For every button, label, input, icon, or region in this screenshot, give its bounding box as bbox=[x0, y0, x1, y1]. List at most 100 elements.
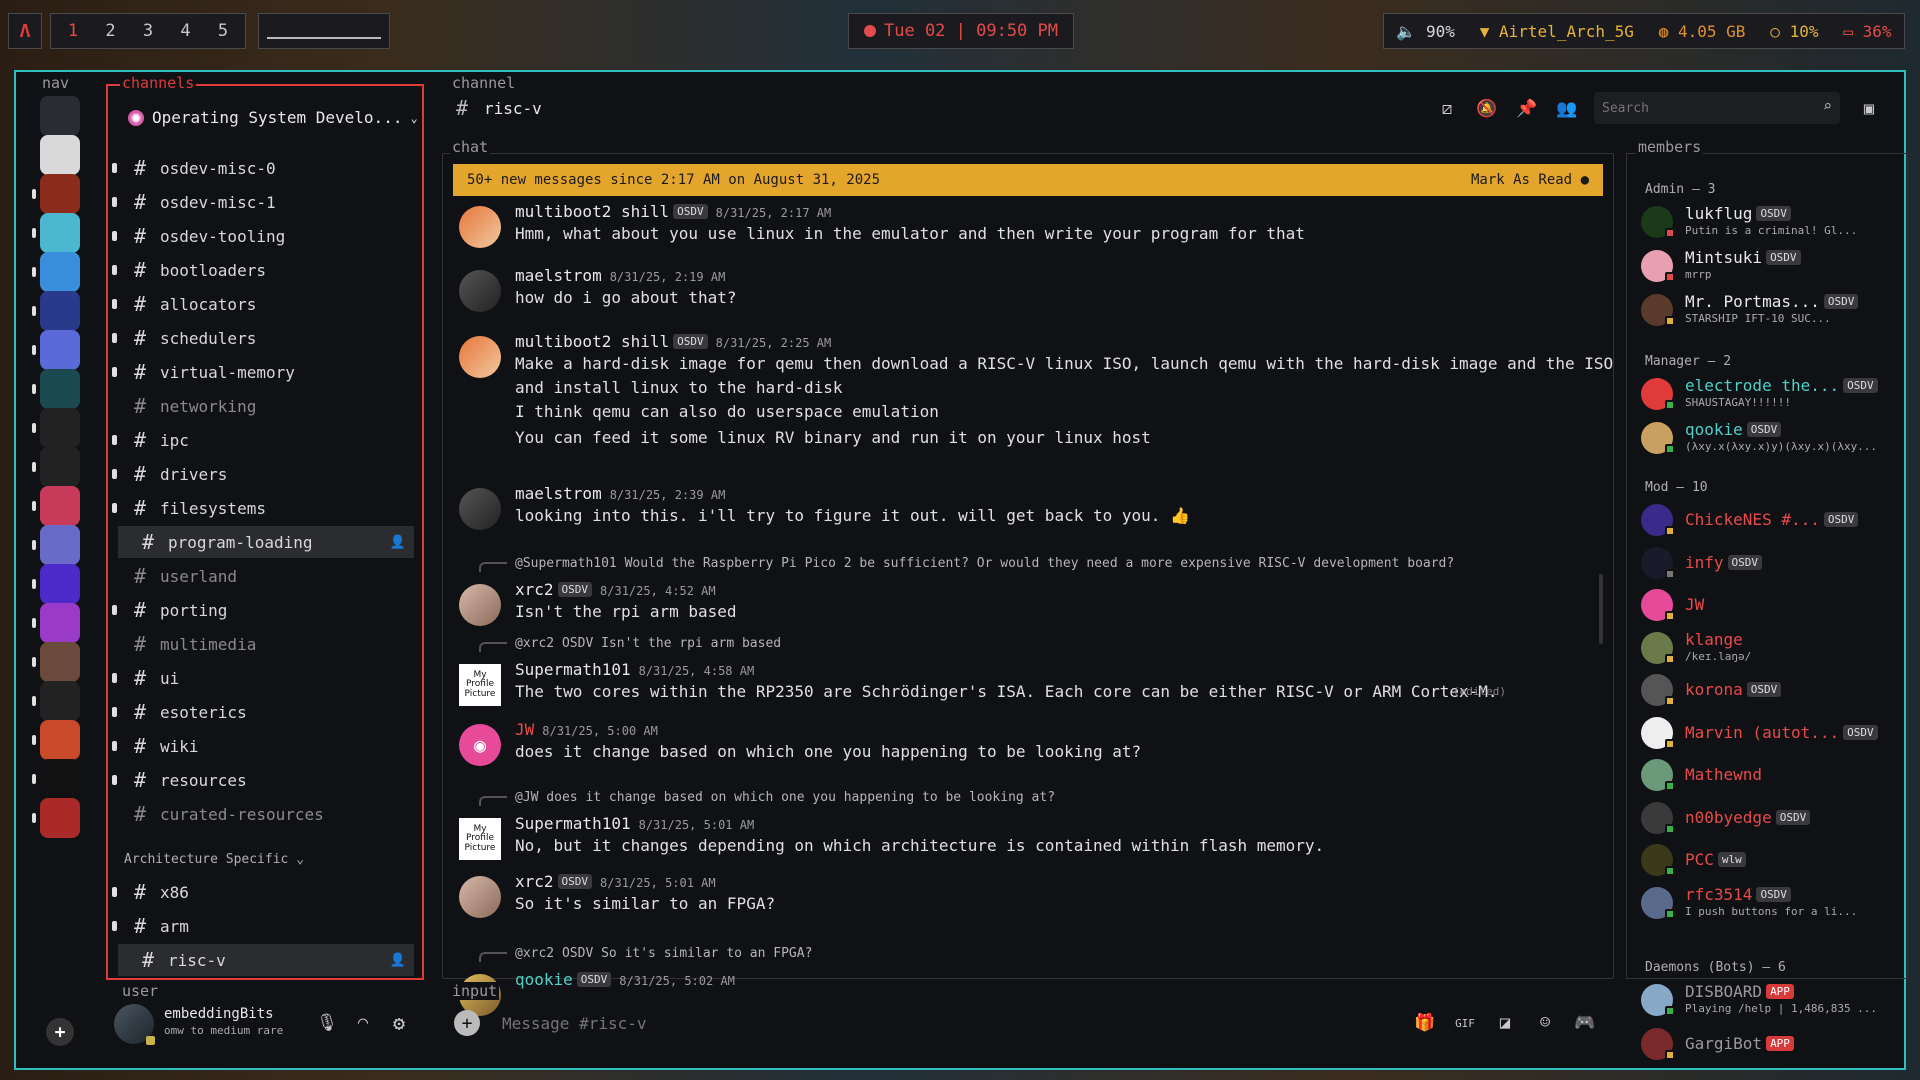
server-icon-8[interactable] bbox=[40, 408, 80, 448]
message-author[interactable]: qookie bbox=[515, 970, 573, 989]
message-input[interactable] bbox=[502, 1010, 1362, 1036]
message-author[interactable]: maelstrom bbox=[515, 266, 602, 285]
server-icon-4[interactable] bbox=[40, 252, 80, 292]
server-tag[interactable]: OSDV bbox=[673, 204, 708, 219]
message-avatar[interactable] bbox=[459, 488, 501, 530]
member-mintsuki[interactable]: Mintsuki OSDV mrrp bbox=[1641, 246, 1901, 286]
member-korona[interactable]: korona OSDV bbox=[1641, 670, 1901, 710]
member-lukflug[interactable]: lukflug OSDV Putin is a criminal! Gl... bbox=[1641, 202, 1901, 242]
server-icon-11[interactable] bbox=[40, 525, 80, 565]
message-avatar[interactable] bbox=[459, 206, 501, 248]
server-icon-0[interactable] bbox=[40, 96, 80, 136]
server-header[interactable]: Operating System Develo... ⌄ bbox=[128, 108, 418, 127]
channel-virtual-memory[interactable]: # virtual-memory bbox=[112, 356, 414, 388]
server-icon-12[interactable] bbox=[40, 564, 80, 604]
channel-filesystems[interactable]: # filesystems bbox=[112, 492, 414, 524]
chat-scrollbar[interactable] bbox=[1599, 574, 1603, 644]
channel-wiki[interactable]: # wiki bbox=[112, 730, 414, 762]
channel-multimedia[interactable]: # multimedia bbox=[118, 628, 414, 660]
message-author[interactable]: Supermath101 bbox=[515, 660, 631, 679]
member-rfc3514[interactable]: rfc3514 OSDV I push buttons for a li... bbox=[1641, 883, 1901, 923]
reply-preview[interactable]: @xrc2 OSDV Isn't the rpi arm based bbox=[515, 636, 781, 651]
member-jw[interactable]: JW bbox=[1641, 585, 1901, 625]
workspace-1[interactable]: 1 bbox=[61, 21, 85, 41]
channel-networking[interactable]: # networking bbox=[118, 390, 414, 422]
workspace-4[interactable]: 4 bbox=[174, 21, 198, 41]
channel-allocators[interactable]: # allocators bbox=[112, 288, 414, 320]
server-icon-16[interactable] bbox=[40, 720, 80, 760]
member-klange[interactable]: klange/keɪ.laŋə/ bbox=[1641, 628, 1901, 668]
message-avatar[interactable]: My Profile Picture bbox=[459, 664, 501, 706]
message-avatar[interactable] bbox=[459, 336, 501, 378]
member-mr-portmas[interactable]: Mr. Portmas... OSDV STARSHIP IFT-10 SUC... bbox=[1641, 290, 1901, 330]
channel-osdev-misc-0[interactable]: # osdev-misc-0 bbox=[112, 152, 414, 184]
server-icon-18[interactable] bbox=[40, 798, 80, 838]
channel-esoterics[interactable]: # esoterics bbox=[112, 696, 414, 728]
headphones-icon[interactable]: ◠ bbox=[348, 1008, 378, 1038]
member-disboard[interactable]: DISBOARD APP Playing /help | 1,486,835 ... bbox=[1641, 980, 1901, 1020]
server-icon-13[interactable] bbox=[40, 603, 80, 643]
message-author[interactable]: xrc2 bbox=[515, 872, 554, 891]
reply-preview[interactable]: @Supermath101 Would the Raspberry Pi Pic… bbox=[515, 556, 1454, 571]
wifi-indicator[interactable]: ▼ Airtel_Arch_5G bbox=[1480, 22, 1634, 41]
category-architecture-specific[interactable]: Architecture Specific ⌄ bbox=[124, 852, 304, 867]
arch-logo-icon[interactable]: Λ bbox=[8, 13, 42, 49]
bell-muted-icon[interactable]: 🔕 bbox=[1472, 94, 1502, 124]
server-icon-5[interactable] bbox=[40, 291, 80, 331]
channel-risc-v[interactable]: # risc-v 👤 bbox=[118, 944, 414, 976]
channel-program-loading[interactable]: # program-loading 👤 bbox=[118, 526, 414, 558]
channel-arm[interactable]: # arm bbox=[112, 910, 414, 942]
channel-resources[interactable]: # resources bbox=[112, 764, 414, 796]
server-icon-9[interactable] bbox=[40, 447, 80, 487]
volume-indicator[interactable]: 🔈 90% bbox=[1396, 22, 1454, 41]
members-icon[interactable]: 👥 bbox=[1552, 94, 1582, 124]
reply-preview[interactable]: @xrc2 OSDV So it's similar to an FPGA? bbox=[515, 946, 812, 961]
discord-default-avatar[interactable]: ◉ bbox=[459, 724, 501, 766]
server-tag[interactable]: OSDV bbox=[576, 972, 612, 987]
search-input[interactable] bbox=[1602, 98, 1802, 118]
new-messages-banner[interactable]: 50+ new messages since 2:17 AM on August… bbox=[453, 164, 1603, 196]
microphone-icon[interactable]: 🎙 bbox=[312, 1008, 342, 1038]
member-qookie[interactable]: qookie OSDV (λxy.x(λxy.x)y)(λxy.x)(λxy... bbox=[1641, 418, 1901, 458]
member-marvin-autot[interactable]: Marvin (autot... OSDV bbox=[1641, 713, 1901, 753]
message-avatar[interactable] bbox=[459, 270, 501, 312]
member-n00byedge[interactable]: n00byedge OSDV bbox=[1641, 798, 1901, 838]
workspace-5[interactable]: 5 bbox=[211, 21, 235, 41]
threads-icon[interactable]: ⧄ bbox=[1432, 94, 1462, 124]
message-avatar[interactable]: My Profile Picture bbox=[459, 818, 501, 860]
member-gargibot[interactable]: GargiBot APP bbox=[1641, 1024, 1901, 1064]
server-icon-6[interactable] bbox=[40, 330, 80, 370]
server-tag[interactable]: OSDV bbox=[557, 874, 593, 889]
server-icon-10[interactable] bbox=[40, 486, 80, 526]
server-icon-1[interactable] bbox=[40, 135, 80, 175]
message-avatar[interactable] bbox=[459, 876, 501, 918]
server-icon-17[interactable] bbox=[40, 759, 80, 799]
channel-osdev-tooling[interactable]: # osdev-tooling bbox=[112, 220, 414, 252]
member-electrode-the[interactable]: electrode the... OSDV SHAUSTAGAY!!!!!! bbox=[1641, 374, 1901, 414]
channel-ipc[interactable]: # ipc bbox=[112, 424, 414, 456]
server-icon-15[interactable] bbox=[40, 681, 80, 721]
server-icon-3[interactable] bbox=[40, 213, 80, 253]
message-avatar[interactable] bbox=[459, 584, 501, 626]
sticker-icon[interactable]: ◪ bbox=[1490, 1008, 1520, 1038]
channel-x86[interactable]: # x86 bbox=[112, 876, 414, 908]
message-author[interactable]: xrc2 bbox=[515, 580, 554, 599]
channel-drivers[interactable]: # drivers bbox=[112, 458, 414, 490]
message-author[interactable]: multiboot2 shill bbox=[515, 202, 669, 221]
mark-as-read-button[interactable]: Mark As Read ● bbox=[1471, 172, 1589, 188]
emoji-icon[interactable]: ☺ bbox=[1530, 1008, 1560, 1038]
add-member-icon[interactable]: 👤 bbox=[390, 535, 406, 550]
workspace-3[interactable]: 3 bbox=[136, 21, 160, 41]
channel-bootloaders[interactable]: # bootloaders bbox=[112, 254, 414, 286]
server-icon-2[interactable] bbox=[40, 174, 80, 214]
server-tag[interactable]: OSDV bbox=[673, 334, 708, 349]
pin-icon[interactable]: 📌 bbox=[1512, 94, 1542, 124]
message-author[interactable]: maelstrom bbox=[515, 484, 602, 503]
add-member-icon[interactable]: 👤 bbox=[390, 953, 406, 968]
reply-preview[interactable]: @JW does it change based on which one yo… bbox=[515, 790, 1055, 805]
message-author[interactable]: JW bbox=[515, 720, 534, 739]
channel-osdev-misc-1[interactable]: # osdev-misc-1 bbox=[112, 186, 414, 218]
message-author[interactable]: multiboot2 shill bbox=[515, 332, 669, 351]
member-mathewnd[interactable]: Mathewnd bbox=[1641, 755, 1901, 795]
inbox-icon[interactable]: ▣ bbox=[1854, 94, 1884, 124]
